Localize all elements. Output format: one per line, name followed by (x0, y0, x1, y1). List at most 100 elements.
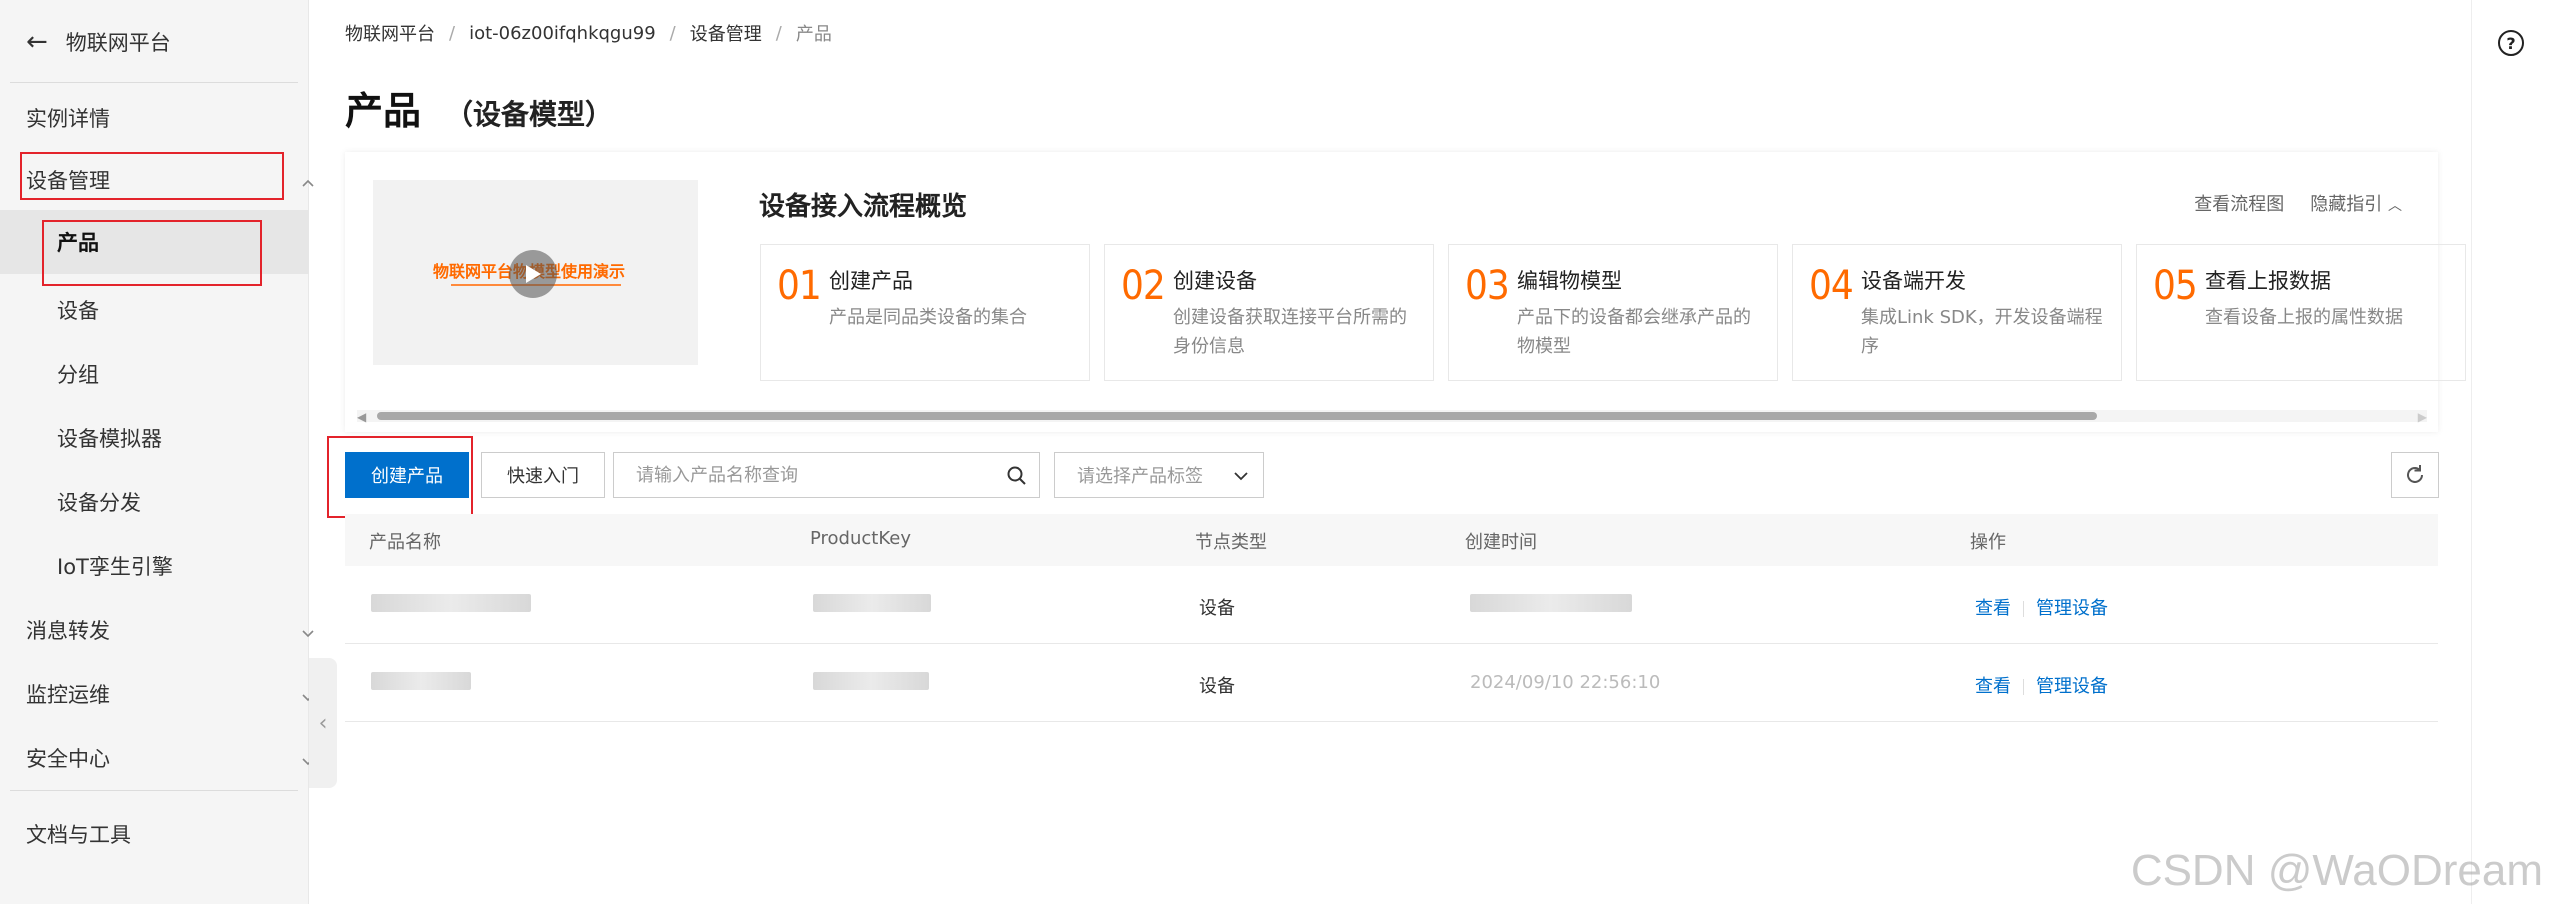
breadcrumb-separator: / (449, 22, 456, 44)
breadcrumb-item[interactable]: iot-06z00ifqhkqgu99 (469, 23, 656, 44)
sidebar-item-label: 设备模拟器 (57, 427, 162, 451)
hide-guide-link[interactable]: 隐藏指引 ︿ (2310, 190, 2402, 216)
sidebar-item-twin-engine[interactable]: IoT孪生引擎 (57, 548, 173, 584)
back-label: 物联网平台 (65, 31, 171, 55)
breadcrumb-item[interactable]: 物联网平台 (345, 20, 435, 46)
column-header: 产品名称 (369, 532, 441, 553)
step-number: 02 (1121, 263, 1166, 309)
view-link[interactable]: 查看 (1975, 676, 2011, 697)
sidebar-item-group[interactable]: 分组 (57, 356, 99, 392)
guide-title: 设备接入流程概览 (759, 192, 968, 222)
horizontal-scrollbar[interactable]: ◀ ▶ (357, 410, 2427, 424)
step-list: 01 创建产品 产品是同品类设备的集合 02 创建设备 创建设备获取连接平台所需… (760, 244, 2466, 381)
page-title-main: 产品 (345, 89, 422, 133)
step-number: 05 (2153, 263, 2198, 309)
highlight-box (20, 152, 284, 200)
node-type-cell: 设备 (1199, 676, 1235, 697)
view-flow-link[interactable]: 查看流程图 (2194, 190, 2284, 216)
sidebar-item-label: 实例详情 (26, 107, 110, 131)
breadcrumb-separator: / (669, 22, 676, 44)
right-rail: ? (2471, 0, 2551, 904)
step-card[interactable]: 04 设备端开发 集成Link SDK，开发设备端程序 (1792, 244, 2122, 381)
table-row: 设备 查看 管理设备 (345, 566, 2438, 644)
sidebar-item-label: 分组 (57, 363, 99, 387)
step-desc: 创建设备获取连接平台所需的身份信息 (1173, 307, 1407, 357)
product-key-cell (813, 594, 931, 617)
separator (2023, 601, 2024, 617)
refresh-button[interactable] (2391, 452, 2439, 498)
column-header: 操作 (1970, 532, 2006, 553)
column-header: ProductKey (810, 528, 911, 549)
redacted-text (813, 672, 929, 690)
breadcrumb-item[interactable]: 设备管理 (690, 20, 762, 46)
breadcrumb-separator: / (775, 22, 782, 44)
play-icon[interactable] (509, 250, 557, 298)
search-icon[interactable] (1005, 464, 1029, 488)
demo-video[interactable]: 物联网平台物模型使用演示 (373, 180, 698, 365)
highlight-box (327, 436, 473, 518)
sidebar-item-security[interactable]: 安全中心 (26, 740, 314, 776)
step-card[interactable]: 05 查看上报数据 查看设备上报的属性数据 (2136, 244, 2466, 381)
table-header: 产品名称 ProductKey 节点类型 创建时间 操作 (345, 514, 2438, 566)
view-link[interactable]: 查看 (1975, 598, 2011, 619)
redacted-text (371, 672, 471, 690)
sidebar-item-device[interactable]: 设备 (57, 292, 99, 328)
manage-devices-link[interactable]: 管理设备 (2036, 598, 2108, 619)
breadcrumb: 物联网平台 / iot-06z00ifqhkqgu99 / 设备管理 / 产品 (345, 20, 832, 46)
product-name-cell[interactable] (371, 594, 531, 617)
quick-start-button[interactable]: 快速入门 (481, 452, 605, 498)
divider (10, 790, 298, 791)
scroll-thumb[interactable] (377, 412, 2097, 420)
search-box (613, 452, 1040, 498)
product-name-cell[interactable] (371, 672, 471, 695)
refresh-icon (2407, 465, 2423, 483)
step-card[interactable]: 03 编辑物模型 产品下的设备都会继承产品的物模型 (1448, 244, 1778, 381)
app: ← 物联网平台 实例详情 设备管理 产品 设备 分组 设备模拟器 设备分发 Io… (0, 0, 2551, 904)
step-number: 04 (1809, 263, 1854, 309)
actions-cell: 查看 管理设备 (1975, 672, 2108, 698)
back-link[interactable]: ← 物联网平台 (26, 22, 171, 62)
separator (2023, 679, 2024, 695)
step-card[interactable]: 02 创建设备 创建设备获取连接平台所需的身份信息 (1104, 244, 1434, 381)
step-number: 03 (1465, 263, 1510, 309)
hide-guide-label: 隐藏指引 (2310, 194, 2383, 215)
sidebar-item-monitoring[interactable]: 监控运维 (26, 676, 314, 712)
step-desc: 产品下的设备都会继承产品的物模型 (1517, 307, 1751, 357)
sidebar-item-simulator[interactable]: 设备模拟器 (57, 420, 162, 456)
step-number: 01 (777, 263, 822, 309)
step-desc: 查看设备上报的属性数据 (2205, 307, 2403, 328)
column-header: 节点类型 (1195, 532, 1267, 553)
sidebar-item-message-forward[interactable]: 消息转发 (26, 612, 314, 648)
divider (10, 82, 298, 83)
step-card[interactable]: 01 创建产品 产品是同品类设备的集合 (760, 244, 1090, 381)
breadcrumb-current: 产品 (795, 24, 832, 45)
sidebar-item-label: 监控运维 (26, 683, 110, 707)
step-title: 创建产品 (829, 269, 913, 293)
step-desc: 集成Link SDK，开发设备端程序 (1861, 307, 2103, 357)
table-row: 设备 2024/09/10 22:56:10 查看 管理设备 (345, 644, 2438, 722)
caret-left-icon[interactable]: ◀ (357, 410, 366, 424)
onboarding-guide: 物联网平台物模型使用演示 设备接入流程概览 查看流程图 隐藏指引 ︿ 01 创建… (345, 152, 2466, 432)
help-icon[interactable]: ? (2498, 30, 2524, 56)
product-tag-select[interactable]: 请选择产品标签 (1054, 452, 1264, 498)
sidebar-item-docs-tools[interactable]: 文档与工具 (26, 816, 131, 852)
sidebar-item-label: 设备 (57, 299, 99, 323)
step-title: 设备端开发 (1861, 269, 1966, 293)
product-table: 产品名称 ProductKey 节点类型 创建时间 操作 设备 查看 管理设备 设… (345, 514, 2438, 722)
watermark: CSDN @WaODream (2130, 846, 2543, 895)
manage-devices-link[interactable]: 管理设备 (2036, 676, 2108, 697)
created-time-cell: 2024/09/10 22:56:10 (1470, 672, 1661, 693)
sidebar-item-label: 文档与工具 (26, 823, 131, 847)
page-title: 产品 （设备模型） (345, 80, 613, 135)
redacted-text (371, 594, 531, 612)
page-title-sub: （设备模型） (445, 98, 614, 131)
redacted-text (1470, 594, 1632, 612)
sidebar-item-instance-detail[interactable]: 实例详情 (26, 100, 110, 136)
actions-cell: 查看 管理设备 (1975, 594, 2108, 620)
chevron-down-icon (1231, 466, 1251, 486)
main-content: 物联网平台 / iot-06z00ifqhkqgu99 / 设备管理 / 产品 … (309, 0, 2471, 904)
search-input[interactable] (614, 453, 994, 497)
sidebar-item-label: 安全中心 (26, 747, 110, 771)
sidebar-item-distribution[interactable]: 设备分发 (57, 484, 141, 520)
caret-right-icon[interactable]: ▶ (2418, 410, 2427, 424)
